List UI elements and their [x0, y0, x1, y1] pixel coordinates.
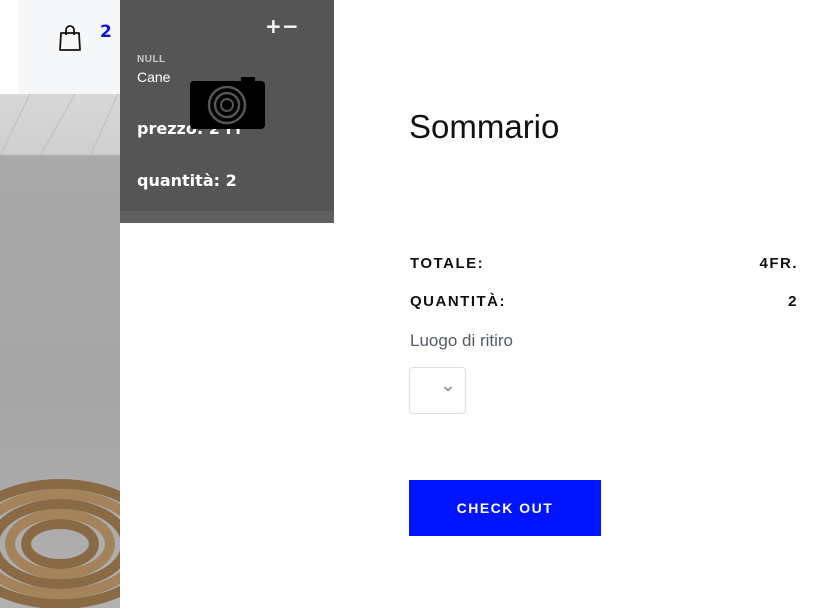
pickup-location-select[interactable] [409, 367, 466, 414]
rope-image [0, 479, 120, 608]
summary-title: Sommario [409, 108, 560, 145]
cart-page: 2 + − NULL Cane prezzo: 2 Fr quantità: 2… [0, 0, 837, 608]
item-name: Cane [137, 69, 171, 85]
decrease-quantity-button[interactable]: − [282, 14, 299, 38]
checkout-button[interactable]: CHECK OUT [409, 480, 601, 536]
camera-icon [190, 77, 265, 129]
panel-bottom-band [120, 211, 334, 223]
background-photo [0, 94, 120, 608]
item-quantity: quantità: 2 [137, 171, 237, 190]
cart-item-panel: + − NULL Cane prezzo: 2 Fr quantità: 2 [120, 0, 334, 223]
total-label: TOTALE: [410, 255, 485, 272]
quantity-label: QUANTITÀ: [410, 293, 506, 310]
shopping-bag-icon [59, 25, 81, 51]
quantity-value: 2 [788, 293, 798, 310]
chevron-down-icon [444, 386, 452, 392]
total-value: 4FR. [759, 255, 798, 272]
item-category: NULL [137, 54, 166, 65]
cart-count-badge: 2 [100, 22, 112, 42]
pickup-location-label: Luogo di ritiro [410, 331, 514, 350]
cart-button[interactable]: 2 [19, 0, 120, 94]
floor-lines-decoration [0, 94, 119, 156]
increase-quantity-button[interactable]: + [265, 14, 282, 38]
